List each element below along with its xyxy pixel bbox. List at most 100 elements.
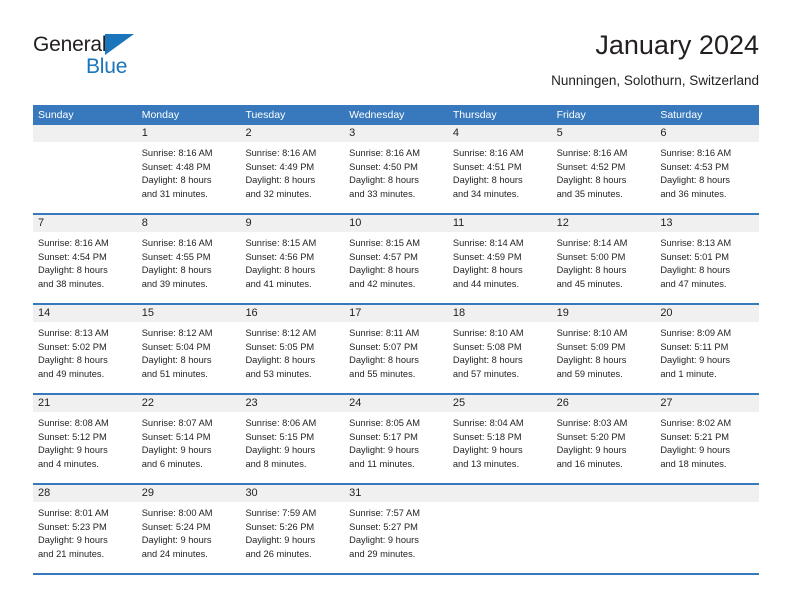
day-cell[interactable]: 3 Sunrise: 8:16 AM Sunset: 4:50 PM Daylight… bbox=[344, 125, 448, 213]
day-cell[interactable]: 21 Sunrise: 8:08 AM Sunset: 5:12 PM Dayligh… bbox=[33, 395, 137, 483]
daylight-text: and 1 minute. bbox=[660, 368, 717, 379]
day-cell[interactable]: 27 Sunrise: 8:02 AM Sunset: 5:21 PM Dayligh… bbox=[655, 395, 760, 483]
day-number-band: 11 bbox=[447, 215, 552, 232]
day-cell[interactable]: 9 Sunrise: 8:15 AM Sunset: 4:56 PM Daylight… bbox=[240, 215, 345, 303]
day-cell[interactable]: 8 Sunrise: 8:16 AM Sunset: 4:55 PM Daylight… bbox=[136, 215, 241, 303]
day-cell[interactable]: 16 Sunrise: 8:12 AM Sunset: 5:05 PM Dayligh… bbox=[240, 305, 345, 393]
day-number: 12 bbox=[556, 217, 569, 229]
day-cell[interactable]: 26 Sunrise: 8:03 AM Sunset: 5:20 PM Dayligh… bbox=[551, 395, 656, 483]
sunrise-text: Sunrise: 8:16 AM bbox=[141, 238, 213, 248]
day-cell[interactable]: 28 Sunrise: 8:01 AM Sunset: 5:23 PM Dayligh… bbox=[33, 485, 137, 573]
day-number-band: 18 bbox=[447, 305, 552, 322]
day-cell[interactable]: 7 Sunrise: 8:16 AM Sunset: 4:54 PM Daylight… bbox=[33, 215, 137, 303]
day-number-band: 14 bbox=[33, 305, 137, 322]
weekday-header-row: Sunday Monday Tuesday Wednesday Thursday Frid… bbox=[33, 105, 759, 125]
day-number-band: 19 bbox=[551, 305, 656, 322]
calendar-week-row: 21 Sunrise: 8:08 AM Sunset: 5:12 PM Dayligh… bbox=[33, 395, 760, 485]
day-cell[interactable]: 17 Sunrise: 8:11 AM Sunset: 5:07 PM Dayligh… bbox=[344, 305, 448, 393]
day-number-band: 20 bbox=[655, 305, 760, 322]
day-number-band: 6 bbox=[655, 125, 760, 142]
day-details: Sunrise: 8:16 AM Sunset: 4:51 PM Daylight:… bbox=[448, 142, 552, 201]
daylight-text: Daylight: 9 hours bbox=[660, 355, 731, 366]
day-cell[interactable]: 1 Sunrise: 8:16 AM Sunset: 4:48 PM Daylight… bbox=[136, 125, 241, 213]
day-cell[interactable]: 20 Sunrise: 8:09 AM Sunset: 5:11 PM Dayligh… bbox=[655, 305, 760, 393]
sunrise-text: Sunrise: 8:10 AM bbox=[556, 328, 628, 338]
day-cell[interactable]: 6 Sunrise: 8:16 AM Sunset: 4:53 PM Daylight… bbox=[655, 125, 760, 213]
daylight-text: Daylight: 9 hours bbox=[660, 445, 731, 456]
day-cell[interactable]: 19 Sunrise: 8:10 AM Sunset: 5:09 PM Dayligh… bbox=[551, 305, 656, 393]
weekday-header-tuesday: Tuesday bbox=[245, 109, 286, 121]
sunset-text: Sunset: 5:24 PM bbox=[141, 521, 211, 532]
day-cell[interactable]: 14 Sunrise: 8:13 AM Sunset: 5:02 PM Dayligh… bbox=[33, 305, 137, 393]
day-number-band: 21 bbox=[33, 395, 137, 412]
day-cell[interactable]: 23 Sunrise: 8:06 AM Sunset: 5:15 PM Dayligh… bbox=[240, 395, 345, 483]
day-cell[interactable]: 5 Sunrise: 8:16 AM Sunset: 4:52 PM Daylight… bbox=[551, 125, 656, 213]
weekday-header-thursday: Thursday bbox=[452, 109, 497, 121]
daylight-text: Daylight: 9 hours bbox=[38, 535, 108, 546]
day-cell[interactable]: 30 Sunrise: 7:59 AM Sunset: 5:26 PM Dayligh… bbox=[240, 485, 345, 573]
sunrise-text: Sunrise: 8:00 AM bbox=[141, 508, 213, 518]
sunset-text: Sunset: 4:51 PM bbox=[452, 161, 522, 172]
day-number-band: 9 bbox=[240, 215, 345, 232]
day-cell[interactable]: 24 Sunrise: 8:05 AM Sunset: 5:17 PM Dayligh… bbox=[344, 395, 448, 483]
day-number: 19 bbox=[556, 307, 569, 319]
calendar-page: General Blue January 2024 Nunningen, Sol… bbox=[0, 0, 792, 612]
sunrise-text: Sunrise: 8:16 AM bbox=[556, 148, 628, 158]
day-number-band: 27 bbox=[655, 395, 760, 412]
day-number-band: 26 bbox=[551, 395, 656, 412]
sunrise-text: Sunrise: 8:04 AM bbox=[452, 418, 524, 428]
day-number-band: 8 bbox=[136, 215, 241, 232]
daylight-text: and 34 minutes. bbox=[452, 188, 520, 199]
day-details: Sunrise: 8:13 AM Sunset: 5:02 PM Daylight:… bbox=[33, 322, 137, 381]
day-cell-empty bbox=[33, 125, 137, 213]
day-cell[interactable]: 22 Sunrise: 8:07 AM Sunset: 5:14 PM Dayligh… bbox=[136, 395, 241, 483]
day-cell[interactable]: 18 Sunrise: 8:10 AM Sunset: 5:08 PM Dayligh… bbox=[447, 305, 552, 393]
sunset-text: Sunset: 5:20 PM bbox=[556, 431, 626, 442]
day-number-band: 31 bbox=[344, 485, 448, 502]
day-number-band: 1 bbox=[136, 125, 241, 142]
daylight-text: Daylight: 9 hours bbox=[452, 445, 523, 456]
day-cell[interactable]: 12 Sunrise: 8:14 AM Sunset: 5:00 PM Dayligh… bbox=[551, 215, 656, 303]
day-number: 16 bbox=[245, 307, 258, 319]
day-number: 13 bbox=[660, 217, 673, 229]
daylight-text: and 44 minutes. bbox=[452, 278, 520, 289]
day-cell[interactable]: 10 Sunrise: 8:15 AM Sunset: 4:57 PM Dayligh… bbox=[344, 215, 448, 303]
day-cell[interactable]: 25 Sunrise: 8:04 AM Sunset: 5:18 PM Dayligh… bbox=[447, 395, 552, 483]
day-cell-empty bbox=[447, 485, 552, 573]
weekday-header-wednesday: Wednesday bbox=[349, 109, 405, 121]
daylight-text: and 33 minutes. bbox=[349, 188, 416, 199]
day-cell[interactable]: 11 Sunrise: 8:14 AM Sunset: 4:59 PM Dayligh… bbox=[447, 215, 552, 303]
day-cell[interactable]: 4 Sunrise: 8:16 AM Sunset: 4:51 PM Daylight… bbox=[447, 125, 552, 213]
day-number-band: 22 bbox=[136, 395, 241, 412]
day-number-band: 17 bbox=[344, 305, 448, 322]
day-cell[interactable]: 29 Sunrise: 8:00 AM Sunset: 5:24 PM Dayligh… bbox=[136, 485, 241, 573]
day-details: Sunrise: 8:01 AM Sunset: 5:23 PM Daylight:… bbox=[33, 502, 137, 561]
day-number: 26 bbox=[556, 397, 569, 409]
day-number-band: 28 bbox=[33, 485, 137, 502]
daylight-text: and 47 minutes. bbox=[660, 278, 727, 289]
daylight-text: Daylight: 8 hours bbox=[452, 355, 523, 366]
sunrise-text: Sunrise: 8:12 AM bbox=[141, 328, 213, 338]
sunset-text: Sunset: 4:57 PM bbox=[349, 251, 418, 262]
sunset-text: Sunset: 5:09 PM bbox=[556, 341, 626, 352]
sunset-text: Sunset: 5:04 PM bbox=[141, 341, 211, 352]
day-details: Sunrise: 8:05 AM Sunset: 5:17 PM Daylight:… bbox=[344, 412, 448, 471]
daylight-text: and 36 minutes. bbox=[660, 188, 727, 199]
day-cell[interactable]: 31 Sunrise: 7:57 AM Sunset: 5:27 PM Dayligh… bbox=[344, 485, 448, 573]
sunrise-text: Sunrise: 8:06 AM bbox=[245, 418, 317, 428]
daylight-text: and 49 minutes. bbox=[38, 368, 105, 379]
daylight-text: Daylight: 8 hours bbox=[556, 175, 627, 186]
sunset-text: Sunset: 5:14 PM bbox=[141, 431, 211, 442]
day-details: Sunrise: 8:16 AM Sunset: 4:49 PM Daylight:… bbox=[240, 142, 344, 201]
day-details: Sunrise: 8:16 AM Sunset: 4:48 PM Daylight:… bbox=[137, 142, 241, 201]
daylight-text: Daylight: 9 hours bbox=[245, 445, 316, 456]
day-details: Sunrise: 8:13 AM Sunset: 5:01 PM Daylight:… bbox=[655, 232, 759, 291]
logo-text-general: General bbox=[33, 33, 107, 56]
sunset-text: Sunset: 5:02 PM bbox=[38, 341, 107, 352]
daylight-text: Daylight: 9 hours bbox=[141, 445, 212, 456]
daylight-text: Daylight: 8 hours bbox=[141, 175, 212, 186]
logo-top-row: General bbox=[33, 32, 213, 58]
day-cell[interactable]: 13 Sunrise: 8:13 AM Sunset: 5:01 PM Dayligh… bbox=[655, 215, 760, 303]
day-cell[interactable]: 2 Sunrise: 8:16 AM Sunset: 4:49 PM Daylight… bbox=[240, 125, 345, 213]
day-cell[interactable]: 15 Sunrise: 8:12 AM Sunset: 5:04 PM Dayligh… bbox=[136, 305, 241, 393]
